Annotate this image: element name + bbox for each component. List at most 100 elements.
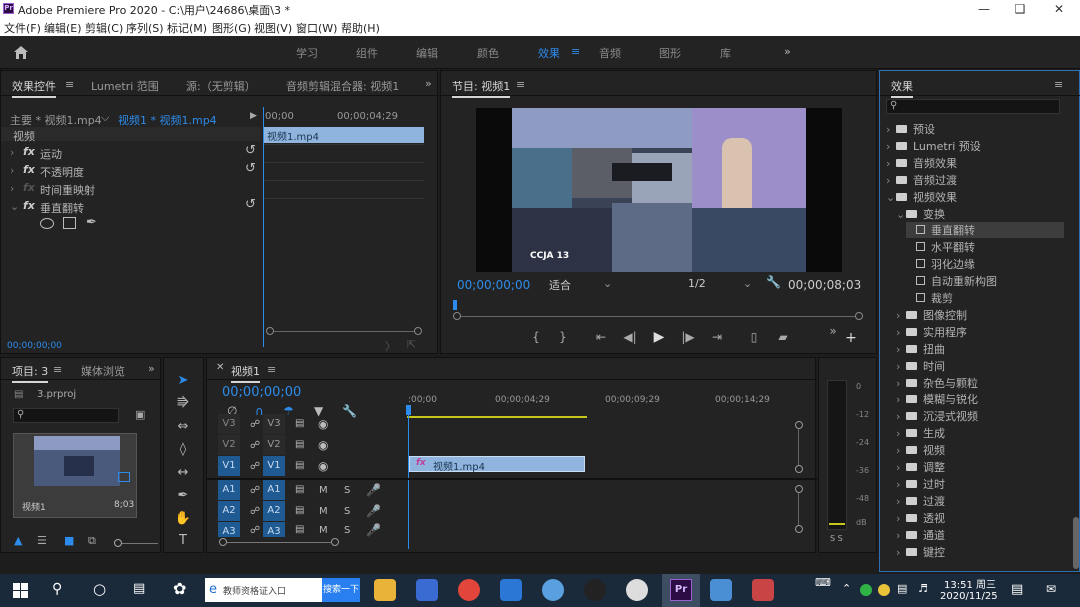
step-forward-icon[interactable]: |▶ <box>679 330 697 344</box>
tab-media-browser[interactable]: 媒体浏览 <box>81 363 125 379</box>
search-icon[interactable]: ⚲ <box>52 581 62 597</box>
effects-tree-item[interactable]: › 透视 <box>896 510 1064 526</box>
sequence-tab[interactable]: 视频1 <box>231 363 260 383</box>
voiceover-mic-icon[interactable]: 🎤 <box>366 504 381 518</box>
chrome-icon[interactable] <box>458 579 480 601</box>
expand-chevron-icon[interactable]: › <box>10 164 14 177</box>
workspace-libraries[interactable]: 库 <box>720 45 731 61</box>
solo-button[interactable]: S <box>344 506 350 517</box>
effects-tree-item[interactable]: › 通道 <box>896 527 1064 543</box>
track-eye-icon[interactable]: ◉ <box>318 459 328 473</box>
reset-icon[interactable]: ↺ <box>245 197 256 212</box>
extract-icon[interactable]: ▰ <box>773 330 793 344</box>
track-lock-icon[interactable]: ☍ <box>250 461 260 472</box>
more-workspaces-icon[interactable]: » <box>784 45 791 58</box>
zoom-handle-left[interactable] <box>266 327 274 335</box>
program-scroll-handle-right[interactable] <box>855 312 863 320</box>
clip-dropdown-icon[interactable]: ⌵ <box>101 111 109 125</box>
effects-tree-item[interactable]: › 调整 <box>896 459 1064 475</box>
lift-icon[interactable]: ▯ <box>744 330 764 344</box>
solo-button[interactable]: S <box>344 485 350 496</box>
chevron-right-icon[interactable]: › <box>896 478 906 491</box>
tray-app-icon[interactable] <box>860 584 872 596</box>
qq-icon[interactable] <box>584 579 606 601</box>
expand-chevron-icon[interactable]: ⌄ <box>10 200 19 213</box>
effects-tree-item[interactable]: › Lumetri 预设 <box>886 138 1064 154</box>
play-triangle-icon[interactable]: ▶ <box>250 111 257 121</box>
reset-icon[interactable]: ↺ <box>245 161 256 176</box>
go-to-out-icon[interactable]: ⇥ <box>708 330 726 344</box>
chevron-right-icon[interactable]: › <box>886 157 896 170</box>
tab-source[interactable]: 源:（无剪辑） <box>186 78 256 94</box>
files-app-icon[interactable] <box>710 579 732 601</box>
h-scrollbar-headers[interactable] <box>227 542 331 543</box>
program-scrollbar[interactable] <box>461 316 855 317</box>
mark-in-icon[interactable]: { <box>529 330 543 344</box>
effects-tree-item[interactable]: 自动重新构图 <box>906 273 1064 289</box>
chat-app-icon[interactable] <box>626 579 648 601</box>
ellipse-mask-icon[interactable] <box>40 218 54 229</box>
v-scrollbar-audio[interactable] <box>798 493 799 525</box>
chevron-right-icon[interactable]: › <box>886 174 896 187</box>
add-button-icon[interactable]: + <box>844 330 858 346</box>
effects-tree-item[interactable]: 垂直翻转 <box>906 222 1064 239</box>
panel-menu-icon[interactable]: ≡ <box>267 363 276 376</box>
fit-dropdown-chevron-icon[interactable]: ⌄ <box>603 277 612 290</box>
chevron-right-icon[interactable]: › <box>886 140 896 153</box>
more-buttons-icon[interactable]: » <box>826 324 840 338</box>
effects-tree-item[interactable]: › 生成 <box>896 425 1064 441</box>
effects-tree-item[interactable]: › 模糊与锐化 <box>896 391 1064 407</box>
chevron-right-icon[interactable]: › <box>896 326 906 339</box>
menu-window[interactable]: 窗口(W) <box>296 20 337 36</box>
mail-icon[interactable] <box>500 579 522 601</box>
effects-tree-item[interactable]: 裁剪 <box>906 290 1064 306</box>
icon-view-icon[interactable]: ■ <box>64 534 74 547</box>
track-sync-icon[interactable]: ▤ <box>295 484 304 495</box>
reset-icon[interactable]: ↺ <box>245 143 256 158</box>
effects-scrollbar[interactable] <box>1073 517 1079 569</box>
track-target-v3[interactable]: V3 <box>218 414 240 434</box>
effects-tree-item[interactable]: › 预设 <box>886 121 1064 137</box>
effects-tree-item[interactable]: › 杂色与颗粒 <box>896 375 1064 391</box>
hand-tool-icon[interactable]: ✋ <box>173 511 193 529</box>
track-target-v1[interactable]: V1 <box>218 456 240 476</box>
tools-app-icon[interactable] <box>752 579 774 601</box>
chevron-right-icon[interactable]: › <box>896 529 906 542</box>
mark-out-icon[interactable]: } <box>556 330 570 344</box>
cortana-icon[interactable]: ○ <box>93 580 106 598</box>
add-marker-icon[interactable]: ▼ <box>314 404 323 418</box>
effects-tree-item[interactable]: 水平翻转 <box>906 239 1064 255</box>
settings-wrench-icon[interactable]: 🔧 <box>766 275 781 289</box>
tab-audio-clip-mixer[interactable]: 音频剪辑混合器: 视频1 <box>286 78 399 94</box>
track-target-a2[interactable]: A2 <box>218 501 240 521</box>
expand-chevron-icon[interactable]: › <box>10 146 14 159</box>
workspace-color[interactable]: 颜色 <box>477 45 499 61</box>
maximize-button[interactable]: ❑ <box>1003 0 1037 18</box>
clock-time[interactable]: 13:51 周三 <box>944 576 996 591</box>
expand-chevron-icon[interactable]: › <box>10 182 14 195</box>
track-name-a1[interactable]: A1 <box>263 480 285 500</box>
v-scrollbar-video[interactable] <box>798 429 799 465</box>
program-monitor-title[interactable]: 节目: 视频1 <box>452 78 511 98</box>
close-button[interactable]: ✕ <box>1042 0 1076 18</box>
track-name-a3[interactable]: A3 <box>263 522 285 537</box>
track-lock-icon[interactable]: ☍ <box>250 419 260 430</box>
export-icon[interactable]: ⇱ <box>407 338 416 351</box>
chevron-right-icon[interactable]: › <box>896 360 906 373</box>
menu-file[interactable]: 文件(F) <box>4 20 41 36</box>
chevron-right-icon[interactable]: › <box>886 123 896 136</box>
voiceover-mic-icon[interactable]: 🎤 <box>366 523 381 537</box>
workspace-assembly[interactable]: 组件 <box>356 45 378 61</box>
track-target-a1[interactable]: A1 <box>218 480 240 500</box>
project-search-input[interactable]: ⚲ <box>13 408 119 423</box>
effects-tree-item[interactable]: ⌄ 视频效果 <box>886 189 1064 205</box>
menu-edit[interactable]: 编辑(E) <box>44 20 82 36</box>
ripple-edit-tool-icon[interactable]: ⇔ <box>173 419 193 437</box>
fx-icon[interactable]: fx <box>23 199 35 212</box>
fit-dropdown[interactable]: 适合 <box>549 277 571 293</box>
track-lock-icon[interactable]: ☍ <box>250 525 260 536</box>
h-scroll-handle-left[interactable] <box>219 538 227 546</box>
search-submit-button[interactable]: 搜索一下 <box>322 578 360 602</box>
zoom-slider[interactable] <box>122 543 158 544</box>
mini-timeline-clip[interactable]: 视频1.mp4 <box>264 127 424 143</box>
